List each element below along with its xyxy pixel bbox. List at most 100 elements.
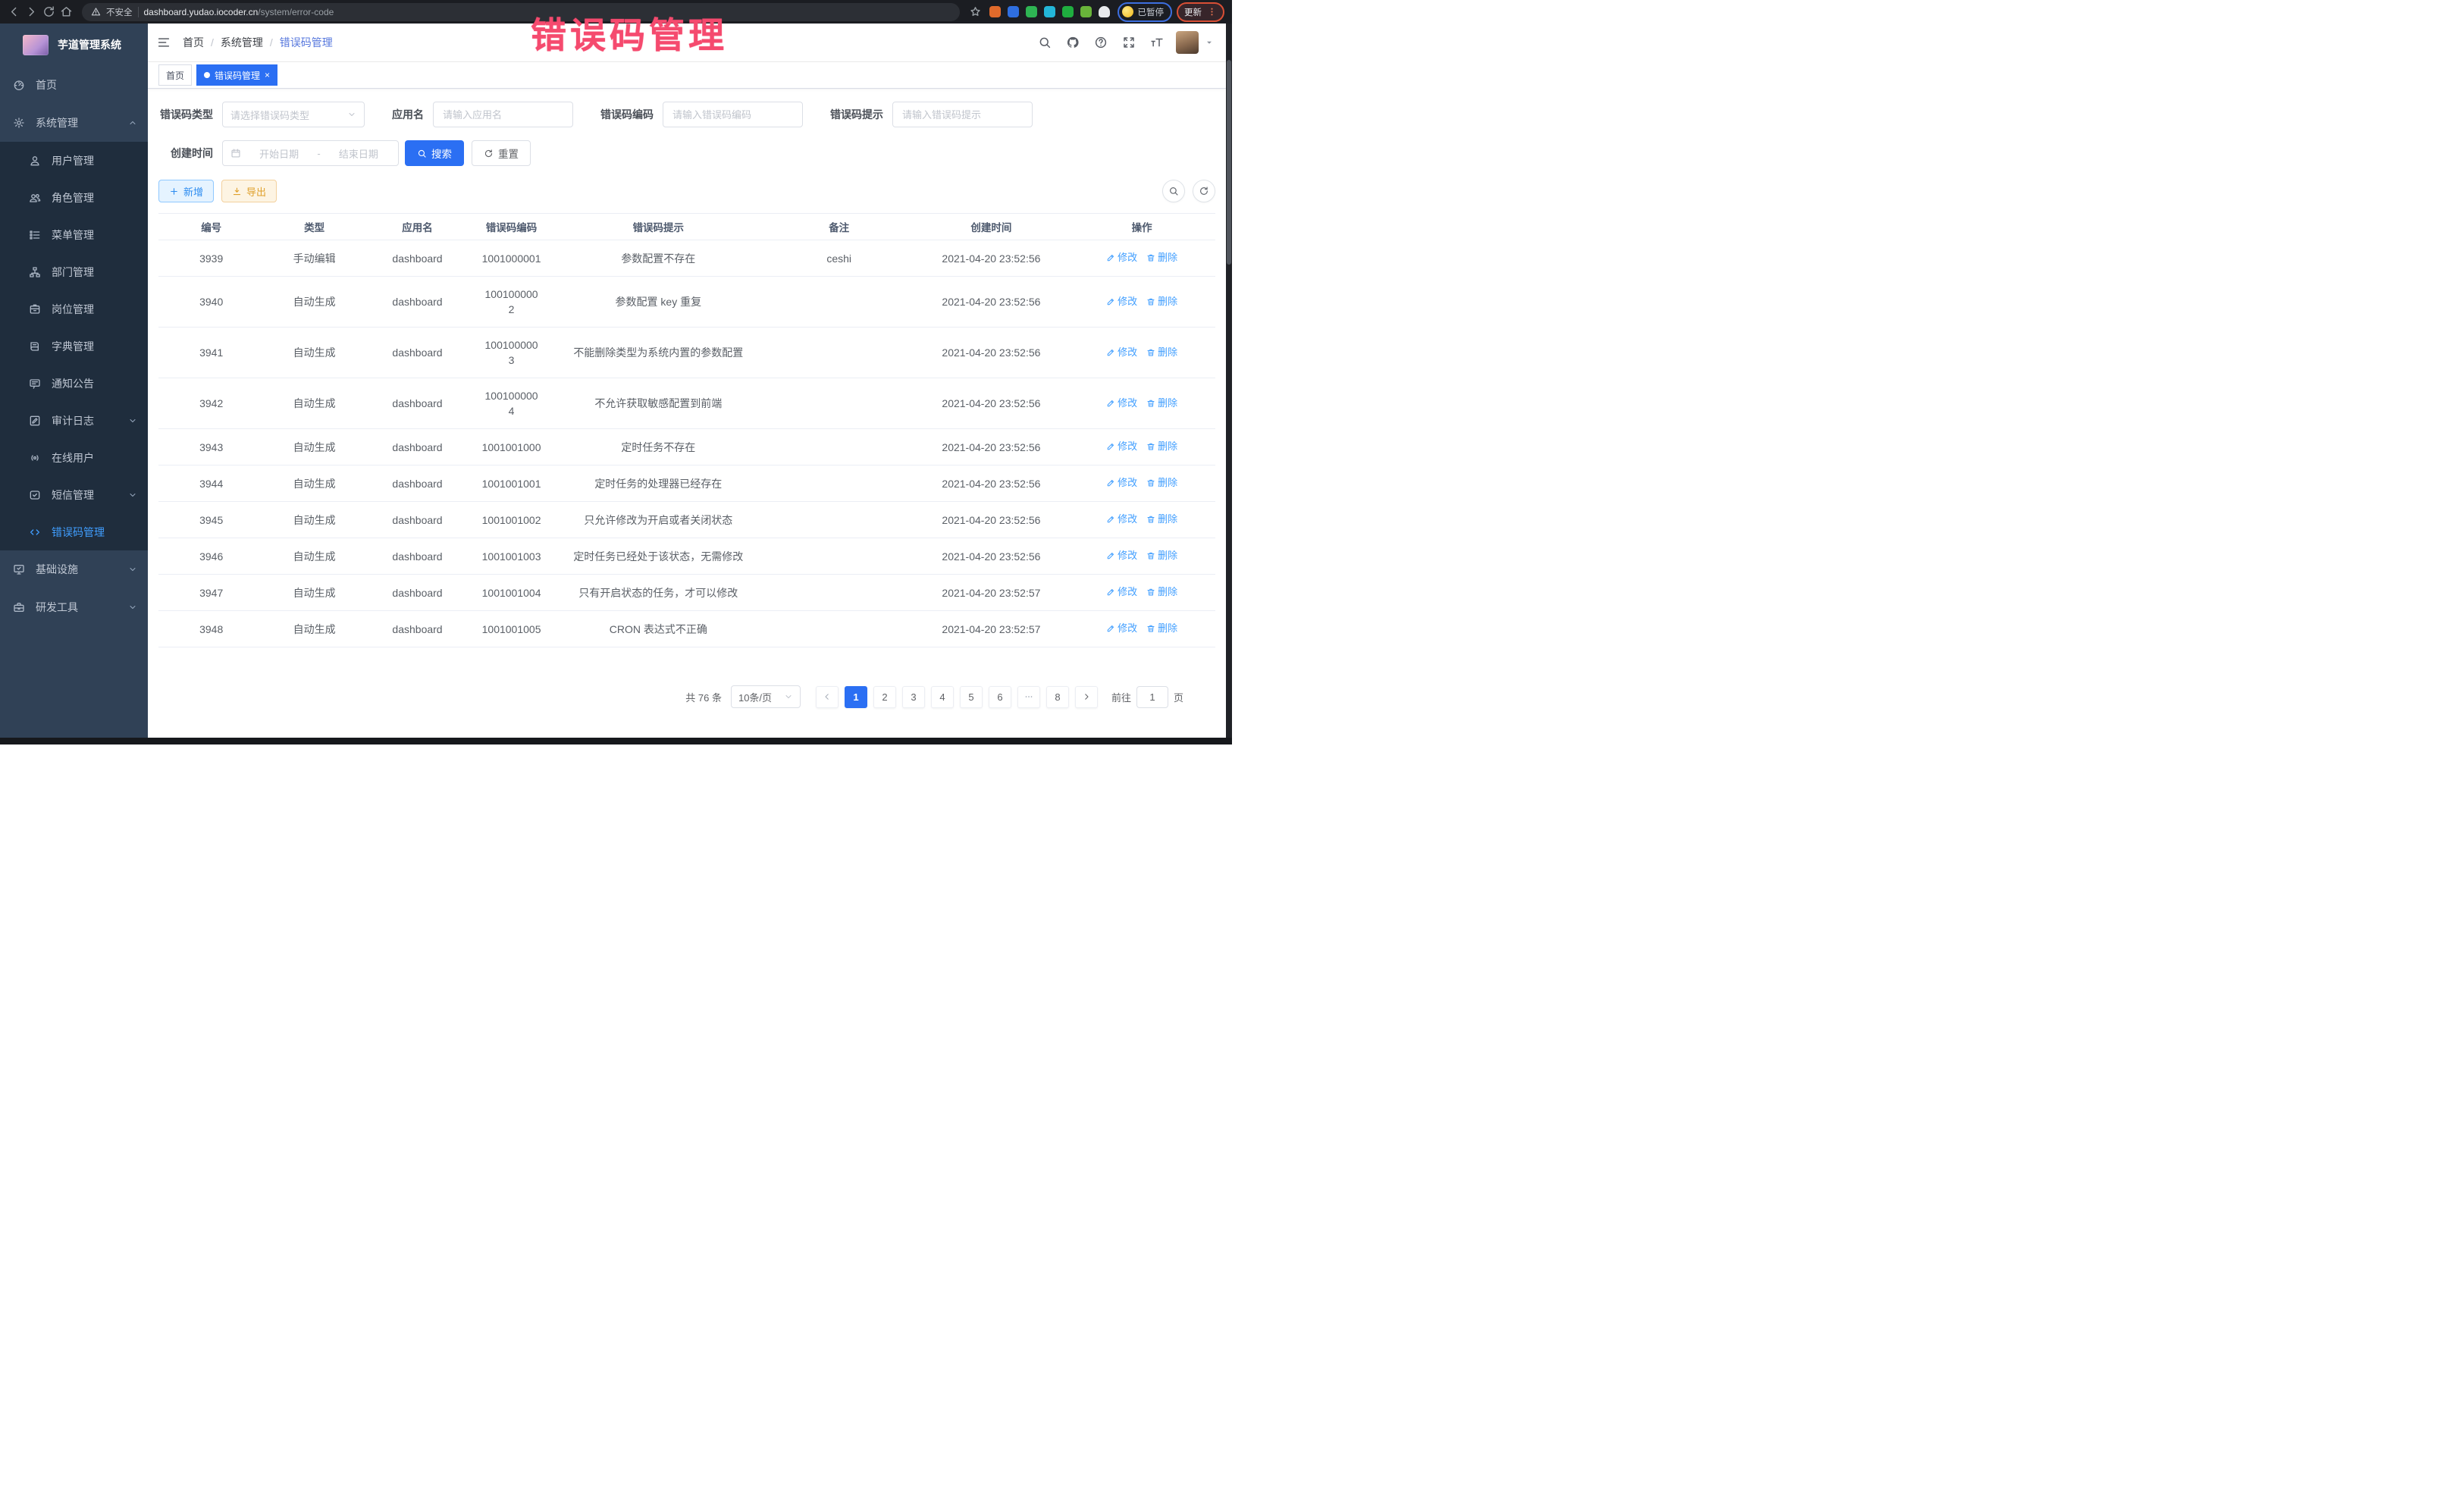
update-button[interactable]: 更新 [1177, 2, 1224, 22]
edit-link[interactable]: 修改 [1106, 345, 1137, 360]
page-button-4[interactable]: 4 [931, 686, 954, 708]
github-icon[interactable] [1066, 36, 1080, 49]
page-button-8[interactable]: 8 [1046, 686, 1069, 708]
page-button-3[interactable]: 3 [902, 686, 925, 708]
edit-icon [1106, 399, 1115, 408]
extension-switch-on-icon[interactable] [1062, 6, 1074, 17]
toggle-search-button[interactable] [1162, 180, 1185, 202]
back-icon[interactable] [8, 5, 20, 18]
delete-link[interactable]: 删除 [1146, 475, 1177, 491]
prev-page-button[interactable] [816, 686, 839, 708]
home-icon[interactable] [60, 5, 73, 18]
delete-link[interactable]: 删除 [1146, 396, 1177, 411]
edit-link[interactable]: 修改 [1106, 439, 1137, 454]
search-button[interactable]: 搜索 [405, 140, 464, 166]
profile-paused-badge[interactable]: 已暂停 [1118, 2, 1173, 22]
sidebar-subitem-岗位管理[interactable]: 岗位管理 [0, 290, 148, 328]
extension-puzzle-icon[interactable] [1099, 6, 1110, 17]
sidebar-item-基础设施[interactable]: 基础设施 [0, 550, 148, 588]
extension-dark-cyan-icon[interactable] [1044, 6, 1055, 17]
extension-orange-icon[interactable] [989, 6, 1001, 17]
reset-button[interactable]: 重置 [472, 140, 531, 166]
bookmark-star-icon[interactable] [969, 5, 982, 18]
page-button-2[interactable]: 2 [873, 686, 896, 708]
sidebar-subitem-审计日志[interactable]: 审计日志 [0, 402, 148, 439]
edit-link[interactable]: 修改 [1106, 512, 1137, 527]
app-name-input[interactable] [433, 102, 573, 127]
tab-错误码管理[interactable]: 错误码管理× [196, 64, 277, 86]
sidebar-item-首页[interactable]: 首页 [0, 66, 148, 104]
edit-link[interactable]: 修改 [1106, 294, 1137, 309]
range-separator: - [317, 148, 320, 159]
hamburger-icon[interactable] [157, 36, 171, 49]
reload-icon[interactable] [42, 5, 55, 18]
error-code-input[interactable] [663, 102, 803, 127]
tab-首页[interactable]: 首页 [158, 64, 192, 86]
fullscreen-icon[interactable] [1122, 36, 1136, 49]
tag-close-icon[interactable]: × [265, 71, 270, 80]
scrollbar-thumb[interactable] [1227, 60, 1231, 265]
refresh-table-button[interactable] [1193, 180, 1215, 202]
sidebar-subitem-短信管理[interactable]: 短信管理 [0, 476, 148, 513]
delete-link[interactable]: 删除 [1146, 250, 1177, 265]
breadcrumb-item[interactable]: 系统管理 [221, 35, 263, 50]
sidebar-item-研发工具[interactable]: 研发工具 [0, 588, 148, 626]
user-avatar[interactable] [1176, 31, 1199, 54]
help-icon[interactable] [1094, 36, 1108, 49]
extension-green-circle-icon[interactable] [1026, 6, 1037, 17]
table-body: 3939手动编辑dashboard1001000001参数配置不存在ceshi2… [158, 240, 1215, 647]
address-bar[interactable]: 不安全 dashboard.yudao.iocoder.cn/system/er… [82, 3, 960, 21]
extension-blue-gem-icon[interactable] [1008, 6, 1019, 17]
extension-key-icon[interactable] [1080, 6, 1092, 17]
sidebar-logo-row[interactable]: 芋道管理系统 [0, 24, 148, 66]
users-icon [29, 192, 41, 204]
sidebar-subitem-菜单管理[interactable]: 菜单管理 [0, 216, 148, 253]
sidebar-subitem-字典管理[interactable]: 字典管理 [0, 328, 148, 365]
error-type-select[interactable]: 请选择错误码类型 [222, 102, 365, 127]
edit-link[interactable]: 修改 [1106, 585, 1137, 600]
sidebar-subitem-用户管理[interactable]: 用户管理 [0, 142, 148, 179]
table-row: 3948自动生成dashboard1001001005CRON 表达式不正确20… [158, 611, 1215, 647]
page-scrollbar[interactable] [1226, 24, 1232, 744]
page-size-select[interactable]: 10条/页 [731, 685, 801, 708]
cell-memo [764, 466, 914, 502]
cell-actions: 修改删除 [1068, 575, 1215, 611]
font-size-icon[interactable] [1150, 36, 1164, 49]
delete-link[interactable]: 删除 [1146, 294, 1177, 309]
error-msg-input[interactable] [892, 102, 1033, 127]
sidebar-item-系统管理[interactable]: 系统管理 [0, 104, 148, 142]
sidebar-subitem-角色管理[interactable]: 角色管理 [0, 179, 148, 216]
page-button-5[interactable]: 5 [960, 686, 983, 708]
delete-link[interactable]: 删除 [1146, 345, 1177, 360]
user-menu-caret-icon[interactable] [1205, 38, 1214, 47]
page-button-1[interactable]: 1 [845, 686, 867, 708]
delete-link[interactable]: 删除 [1146, 439, 1177, 454]
sidebar-subitem-在线用户[interactable]: 在线用户 [0, 439, 148, 476]
edit-link[interactable]: 修改 [1106, 621, 1137, 636]
breadcrumb-item[interactable]: 首页 [183, 35, 204, 50]
delete-link[interactable]: 删除 [1146, 621, 1177, 636]
add-button[interactable]: 新增 [158, 180, 214, 202]
sidebar-subitem-部门管理[interactable]: 部门管理 [0, 253, 148, 290]
export-button[interactable]: 导出 [221, 180, 277, 202]
next-page-button[interactable] [1075, 686, 1098, 708]
sidebar-item-label: 在线用户 [52, 450, 94, 466]
edit-link[interactable]: 修改 [1106, 250, 1137, 265]
browser-menu-icon[interactable] [1207, 7, 1217, 17]
edit-link[interactable]: 修改 [1106, 548, 1137, 563]
delete-link[interactable]: 删除 [1146, 585, 1177, 600]
more-pages-button[interactable] [1017, 686, 1040, 708]
page-button-6[interactable]: 6 [989, 686, 1011, 708]
chevron-right-icon [1082, 692, 1091, 701]
sidebar-subitem-通知公告[interactable]: 通知公告 [0, 365, 148, 402]
search-icon[interactable] [1038, 36, 1052, 49]
delete-link[interactable]: 删除 [1146, 512, 1177, 527]
edit-link[interactable]: 修改 [1106, 396, 1137, 411]
edit-link[interactable]: 修改 [1106, 475, 1137, 491]
sidebar-subitem-错误码管理[interactable]: 错误码管理 [0, 513, 148, 550]
cell-memo: ceshi [764, 240, 914, 277]
delete-link[interactable]: 删除 [1146, 548, 1177, 563]
forward-icon[interactable] [25, 5, 38, 18]
goto-page-input[interactable] [1136, 686, 1168, 708]
date-range-picker[interactable]: 开始日期 - 结束日期 [222, 140, 399, 166]
